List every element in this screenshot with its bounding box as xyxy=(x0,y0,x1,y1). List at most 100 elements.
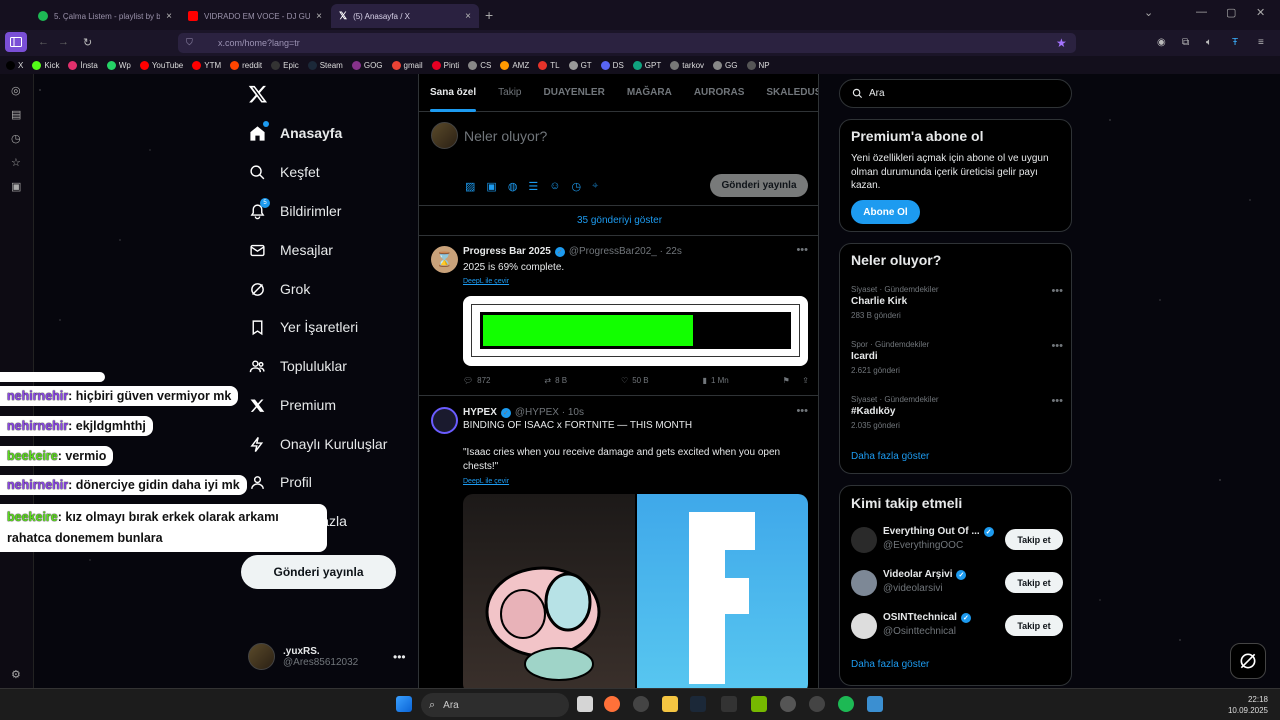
nav-notifications[interactable]: 5 Bildirimler xyxy=(248,198,341,224)
history-icon[interactable]: ◷ xyxy=(11,132,21,145)
close-tab-icon[interactable]: × xyxy=(166,11,172,22)
firefox-icon[interactable] xyxy=(604,696,620,712)
bookmark-star-icon[interactable]: ★ xyxy=(1056,36,1067,50)
browser-tab-x[interactable]: 𝕏 (5) Anasayfa / X × xyxy=(331,4,479,28)
more-icon[interactable]: ••• xyxy=(796,405,808,417)
tab-magara[interactable]: MAĞARA xyxy=(616,74,683,112)
more-icon[interactable]: ••• xyxy=(796,244,808,256)
compose-post-button[interactable]: Gönderi yayınla xyxy=(710,174,808,197)
bookmark-item[interactable]: X xyxy=(6,60,23,70)
show-more-suggestions-link[interactable]: Daha fazla göster xyxy=(851,659,929,670)
task-view-icon[interactable] xyxy=(577,696,593,712)
nvidia-icon[interactable] xyxy=(751,696,767,712)
window-icon[interactable]: ▣ xyxy=(11,180,21,193)
trend-item[interactable]: Siyaset · Gündemdekiler #Kadıköy 2.035 g… xyxy=(851,395,1063,430)
forward-icon[interactable]: → xyxy=(58,36,69,48)
settings-icon[interactable]: ⚙ xyxy=(11,668,21,681)
menu-icon[interactable]: ≡ xyxy=(1258,37,1264,48)
tab-for-you[interactable]: Sana özel xyxy=(419,74,487,112)
bookmark-item[interactable]: tarkov xyxy=(670,60,704,70)
bookmark-item[interactable]: GG xyxy=(713,60,738,70)
bookmark-item[interactable]: gmail xyxy=(391,60,423,70)
trend-item[interactable]: Spor · Gündemdekiler Icardi 2.621 gönder… xyxy=(851,340,1063,375)
gif-icon[interactable]: ▣ xyxy=(486,180,496,193)
follow-button[interactable]: Takip et xyxy=(1005,615,1063,636)
bookmark-item[interactable]: NP xyxy=(746,60,770,70)
bookmark-item[interactable]: Kick xyxy=(32,60,59,70)
close-tab-icon[interactable]: × xyxy=(465,11,471,22)
more-options-icon[interactable]: ••• xyxy=(393,650,406,664)
tweet-author[interactable]: HYPEX xyxy=(463,407,497,418)
follow-suggestion[interactable]: Everything Out Of ... ✓ @EverythingOOC Ta… xyxy=(851,526,1063,556)
app-icon[interactable] xyxy=(809,696,825,712)
minimize-icon[interactable]: — xyxy=(1196,6,1207,18)
url-field[interactable]: x.com/home?lang=tr xyxy=(178,33,1076,53)
nav-grok[interactable]: Grok xyxy=(248,276,310,302)
puzzle-icon[interactable]: ⧉ xyxy=(1182,37,1189,48)
bookmark-item[interactable]: YouTube xyxy=(139,60,183,70)
volume-icon[interactable]: 🔈︎ xyxy=(1206,37,1212,48)
browser-tab-spotify[interactable]: 5. Çalma Listem - playlist by be × xyxy=(30,4,180,28)
show-new-posts[interactable]: 35 gönderiyi göster xyxy=(419,206,818,236)
bookmark-item[interactable]: GPT xyxy=(632,60,661,70)
bookmark-item[interactable]: GOG xyxy=(351,60,383,70)
translate-icon[interactable]: Ŧ xyxy=(1232,37,1238,48)
obs-icon[interactable] xyxy=(633,696,649,712)
reload-icon[interactable]: ↻ xyxy=(83,36,92,49)
tab-skaledus[interactable]: SKALEDUS M xyxy=(755,74,818,112)
epic-icon[interactable] xyxy=(721,696,737,712)
bookmark-item[interactable]: reddit xyxy=(230,60,262,70)
photos-icon[interactable] xyxy=(867,696,883,712)
bookmark-item[interactable]: AMZ xyxy=(500,60,529,70)
bookmark-item[interactable]: İnsta xyxy=(68,60,98,70)
bookmark-item[interactable]: Epic xyxy=(271,60,299,70)
nav-home[interactable]: Anasayfa xyxy=(248,120,342,146)
tabs-icon[interactable]: ▤ xyxy=(11,108,21,121)
nav-bookmarks[interactable]: Yer İşaretleri xyxy=(248,314,358,340)
translate-link[interactable]: DeepL ile çevir xyxy=(463,278,509,285)
windows-start-icon[interactable] xyxy=(396,696,412,712)
x-logo[interactable] xyxy=(248,84,268,104)
nav-premium[interactable]: Premium xyxy=(248,392,336,418)
post-button[interactable]: Gönderi yayınla xyxy=(241,555,396,589)
follow-suggestion[interactable]: Videolar Arşivi ✓ @videolarsivi Takip et xyxy=(851,569,1063,599)
bookmark-item[interactable]: CS xyxy=(468,60,491,70)
bookmark-icon[interactable]: ⚑ xyxy=(783,376,790,385)
bookmark-item[interactable]: Steam xyxy=(307,60,343,70)
chevron-down-icon[interactable]: ⌄ xyxy=(1144,6,1153,19)
bookmark-item[interactable]: GT xyxy=(568,60,592,70)
spotify-icon[interactable] xyxy=(838,696,854,712)
views-button[interactable]: ▮ 1 Mn xyxy=(703,376,729,385)
system-clock[interactable]: 22:18 10.09.2025 xyxy=(1228,694,1268,716)
location-icon[interactable]: ⌖ xyxy=(592,180,598,193)
bookmark-item[interactable]: YTM xyxy=(192,60,221,70)
follow-button[interactable]: Takip et xyxy=(1005,529,1063,550)
follow-button[interactable]: Takip et xyxy=(1005,572,1063,593)
schedule-icon[interactable]: ◷ xyxy=(572,180,582,193)
tab-auroras[interactable]: AURORAS xyxy=(683,74,756,112)
bookmark-item[interactable]: TL xyxy=(538,60,560,70)
account-switcher[interactable]: .yuxRS. @Ares85612032 xyxy=(248,643,358,670)
new-tab-button[interactable]: + xyxy=(485,7,493,23)
nav-verified-orgs[interactable]: Onaylı Kuruluşlar xyxy=(248,431,387,457)
bookmark-item[interactable]: Pinti xyxy=(431,60,459,70)
search-input[interactable]: Ara xyxy=(839,79,1072,108)
nav-profile[interactable]: Profil xyxy=(248,469,312,495)
tweet[interactable]: ⌛ Progress Bar 2025 ✓ @ProgressBar202_ ·… xyxy=(419,236,818,396)
trend-item[interactable]: Siyaset · Gündemdekiler Charlie Kirk 283… xyxy=(851,285,1063,320)
subscribe-button[interactable]: Abone Ol xyxy=(851,200,920,224)
folder-icon[interactable] xyxy=(662,696,678,712)
nav-messages[interactable]: Mesajlar xyxy=(248,237,333,263)
ai-icon[interactable]: ◎ xyxy=(11,84,21,97)
browser-tab-youtube[interactable]: VIDRADO EM VOCE - DJ GUUG × xyxy=(180,4,330,28)
compose-input[interactable]: Neler oluyor? xyxy=(464,128,547,144)
tab-following[interactable]: Takip xyxy=(487,74,532,112)
bookmark-item[interactable]: DS xyxy=(600,60,624,70)
grok-chat-button[interactable] xyxy=(1230,643,1266,679)
bookmark-item[interactable]: Wp xyxy=(106,60,131,70)
image-icon[interactable]: ▨ xyxy=(465,180,475,193)
reply-button[interactable]: 💬︎ 872 xyxy=(463,376,491,385)
tweet-author[interactable]: Progress Bar 2025 xyxy=(463,246,551,257)
taskbar-search[interactable]: ⌕ Ara xyxy=(421,693,569,717)
follow-suggestion[interactable]: OSINTtechnical ✓ @Osinttechnical Takip et xyxy=(851,612,1063,642)
